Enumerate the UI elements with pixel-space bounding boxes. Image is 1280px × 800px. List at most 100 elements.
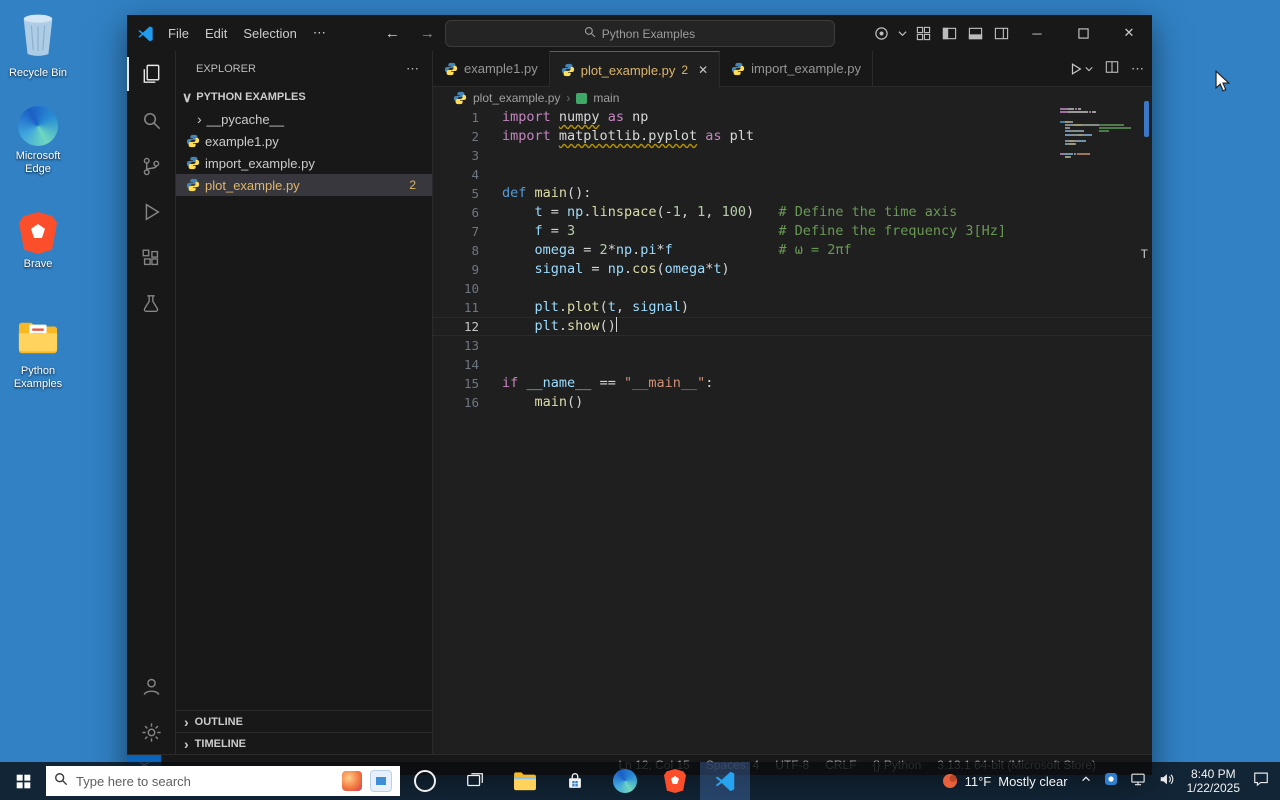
search-highlight-icon[interactable]	[342, 771, 362, 791]
code-line-13[interactable]: 13	[433, 336, 1152, 355]
task-view-button[interactable]	[450, 762, 500, 800]
line-number[interactable]: 16	[433, 393, 479, 412]
line-number[interactable]: 8	[433, 241, 479, 260]
line-number[interactable]: 1	[433, 108, 479, 127]
toggle-secondary-sidebar-icon[interactable]	[988, 15, 1014, 51]
code-line-16[interactable]: 16 main()	[433, 393, 1152, 412]
code-line-2[interactable]: 2 import matplotlib.pyplot as plt	[433, 127, 1152, 146]
search-widget-icon[interactable]	[370, 770, 392, 792]
hidden-icons-chevron[interactable]	[1080, 772, 1092, 790]
line-number[interactable]: 3	[433, 146, 479, 165]
tab-example1[interactable]: example1.py	[433, 51, 550, 86]
tray-app-icon[interactable]	[1104, 772, 1118, 791]
line-number[interactable]: 5	[433, 184, 479, 203]
desktop-icon-edge[interactable]: Microsoft Edge	[2, 106, 74, 176]
code-line-5[interactable]: 5 def main():	[433, 184, 1152, 203]
code-lines[interactable]: 1 import numpy as np 2 import matplotlib.py…	[433, 108, 1152, 755]
code-line-6[interactable]: 6 t = np.linspace(-1, 1, 100) # Define t…	[433, 203, 1152, 222]
action-center-icon[interactable]	[1252, 770, 1270, 792]
vscode-button[interactable]	[700, 762, 750, 800]
desktop-icon-python-examples[interactable]: Python Examples	[2, 320, 74, 391]
file-explorer-button[interactable]	[500, 762, 550, 800]
menu-file[interactable]: File	[160, 26, 197, 41]
minimap[interactable]	[1060, 108, 1138, 159]
back-arrow-icon[interactable]: ←	[385, 25, 400, 42]
toggle-panel-icon[interactable]	[962, 15, 988, 51]
line-number[interactable]: 13	[433, 336, 479, 355]
tab-import-example[interactable]: import_example.py	[720, 51, 873, 86]
code-line-9[interactable]: 9 signal = np.cos(omega*t)	[433, 260, 1152, 279]
settings-gear-icon[interactable]	[127, 709, 175, 755]
code-line-8[interactable]: 8 omega = 2*np.pi*f # ω = 2πf	[433, 241, 1152, 260]
explorer-icon[interactable]	[127, 51, 175, 97]
command-center-search[interactable]: Python Examples	[444, 20, 835, 47]
search-placeholder: Type here to search	[76, 773, 191, 789]
line-number[interactable]: 14	[433, 355, 479, 374]
line-number[interactable]: 7	[433, 222, 479, 241]
menu-edit[interactable]: Edit	[197, 26, 235, 41]
outline-section[interactable]: › OUTLINE	[176, 710, 432, 733]
run-debug-icon[interactable]	[127, 189, 175, 235]
code-line-4[interactable]: 4	[433, 165, 1152, 184]
store-button[interactable]	[550, 762, 600, 800]
section-python-examples[interactable]: ∨ PYTHON EXAMPLES	[176, 86, 432, 108]
desktop-icon-brave[interactable]: Brave	[2, 212, 74, 271]
breadcrumb-symbol[interactable]: main	[593, 91, 619, 105]
line-number[interactable]: 6	[433, 203, 479, 222]
breadcrumb-file[interactable]: plot_example.py	[473, 91, 560, 105]
split-editor-icon[interactable]	[1105, 60, 1119, 77]
overview-ruler-marker: T	[1140, 247, 1148, 261]
line-number[interactable]: 10	[433, 279, 479, 298]
close-icon[interactable]: ✕	[698, 63, 708, 77]
maximize-button[interactable]	[1060, 15, 1106, 51]
file-row-pycache[interactable]: › __pycache__	[176, 108, 432, 130]
clock[interactable]: 8:40 PM 1/22/2025	[1187, 767, 1240, 795]
volume-icon[interactable]	[1158, 771, 1175, 792]
line-number[interactable]: 15	[433, 374, 479, 393]
testing-icon[interactable]	[127, 281, 175, 327]
menu-selection[interactable]: Selection	[235, 26, 304, 41]
file-row-plot-example[interactable]: plot_example.py 2	[176, 174, 432, 196]
customize-layout-icon[interactable]	[910, 15, 936, 51]
code-line-3[interactable]: 3	[433, 146, 1152, 165]
run-python-file-button[interactable]	[1069, 62, 1093, 76]
code-line-10[interactable]: 10	[433, 279, 1152, 298]
line-number[interactable]: 11	[433, 298, 479, 317]
profile-icon[interactable]	[868, 15, 894, 51]
code-line-15[interactable]: 15 if __name__ == "__main__":	[433, 374, 1152, 393]
views-more-icon[interactable]: ⋯	[406, 61, 420, 77]
code-line-11[interactable]: 11 plt.plot(t, signal)	[433, 298, 1152, 317]
brave-button[interactable]	[650, 762, 700, 800]
line-number[interactable]: 12	[433, 317, 479, 336]
editor-more-actions-icon[interactable]: ⋯	[1131, 61, 1144, 77]
line-number[interactable]: 9	[433, 260, 479, 279]
edge-button[interactable]	[600, 762, 650, 800]
code-line-12[interactable]: 12 plt.show()	[433, 317, 1152, 336]
start-button[interactable]	[0, 762, 46, 800]
scrollbar-thumb[interactable]	[1144, 101, 1149, 137]
extensions-icon[interactable]	[127, 235, 175, 281]
file-row-import-example[interactable]: import_example.py	[176, 152, 432, 174]
timeline-section[interactable]: › TIMELINE	[176, 732, 432, 755]
network-icon[interactable]	[1130, 772, 1146, 791]
source-control-icon[interactable]	[127, 143, 175, 189]
toggle-primary-sidebar-icon[interactable]	[936, 15, 962, 51]
menu-more[interactable]: ⋯	[305, 25, 335, 41]
file-row-example1[interactable]: example1.py	[176, 130, 432, 152]
code-line-7[interactable]: 7 f = 3 # Define the frequency 3[Hz]	[433, 222, 1152, 241]
minimize-button[interactable]: ─	[1014, 15, 1060, 51]
search-icon[interactable]	[127, 97, 175, 143]
cortana-button[interactable]	[400, 762, 450, 800]
chevron-down-icon[interactable]	[894, 15, 910, 51]
taskbar-search-input[interactable]: Type here to search	[46, 766, 400, 796]
line-number[interactable]: 4	[433, 165, 479, 184]
code-line-1[interactable]: 1 import numpy as np	[433, 108, 1152, 127]
tab-plot-example[interactable]: plot_example.py 2 ✕	[549, 51, 721, 88]
line-number[interactable]: 2	[433, 127, 479, 146]
desktop-icon-recycle-bin[interactable]: Recycle Bin	[2, 12, 74, 80]
account-icon[interactable]	[127, 663, 175, 709]
close-button[interactable]: ✕	[1106, 15, 1152, 51]
code-line-14[interactable]: 14	[433, 355, 1152, 374]
weather-widget[interactable]: 11°F Mostly clear	[942, 773, 1068, 789]
forward-arrow-icon[interactable]: →	[420, 25, 435, 42]
